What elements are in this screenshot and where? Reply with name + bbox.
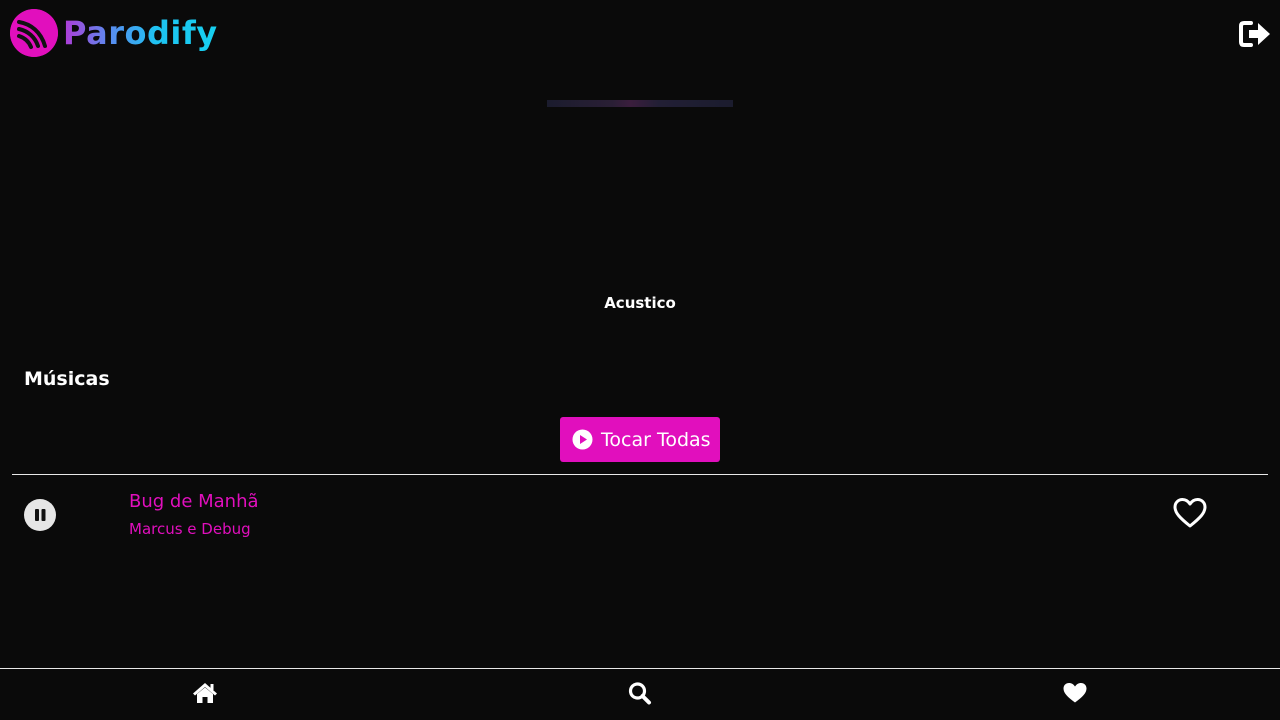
bottom-nav bbox=[0, 668, 1280, 720]
play-circle-icon bbox=[572, 429, 593, 450]
track-artist[interactable]: Marcus e Debug bbox=[129, 519, 251, 539]
playlist-title: Acustico bbox=[604, 294, 676, 312]
play-all-button[interactable]: Tocar Todas bbox=[560, 417, 720, 462]
app-logo[interactable]: Parodify bbox=[10, 9, 218, 57]
track-title[interactable]: Bug de Manhã bbox=[129, 491, 259, 513]
playlist-cover-image bbox=[547, 100, 733, 107]
track-row[interactable]: Bug de Manhã Marcus e Debug bbox=[12, 476, 1268, 556]
heart-outline-icon[interactable] bbox=[1172, 496, 1208, 530]
sign-out-icon[interactable] bbox=[1238, 19, 1272, 49]
tracks-section-title: Músicas bbox=[24, 368, 110, 390]
heart-icon[interactable] bbox=[1062, 681, 1088, 705]
pause-icon[interactable] bbox=[24, 499, 56, 531]
play-all-label: Tocar Todas bbox=[601, 428, 711, 451]
parodify-logo-icon bbox=[10, 9, 58, 57]
search-icon[interactable] bbox=[627, 681, 653, 705]
app-header: Parodify bbox=[0, 0, 1280, 68]
tracks-divider bbox=[12, 474, 1268, 475]
app-name: Parodify bbox=[63, 9, 218, 57]
home-icon[interactable] bbox=[192, 681, 218, 705]
